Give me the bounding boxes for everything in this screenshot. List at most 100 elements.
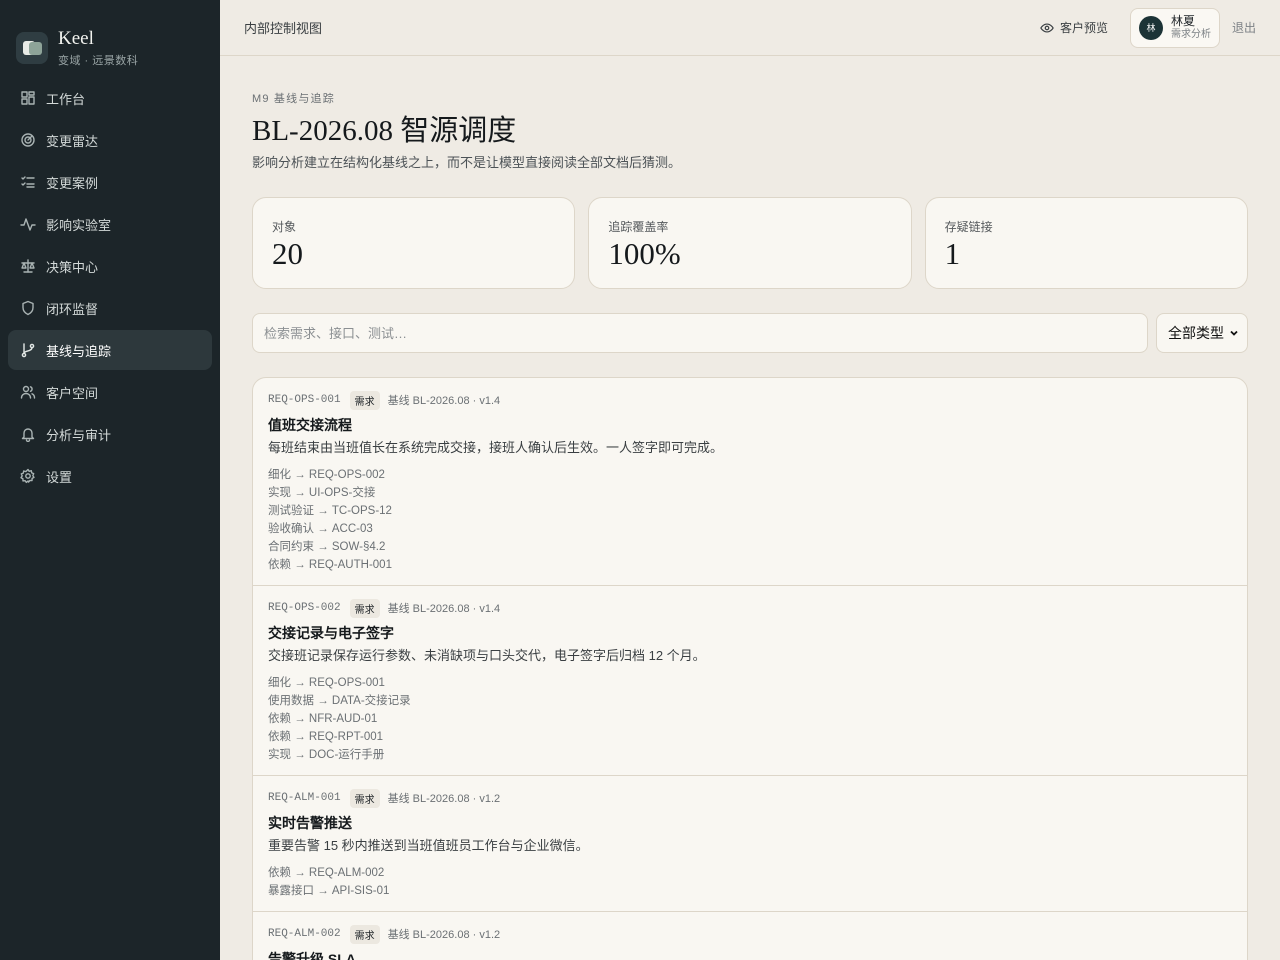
trace-links: 依赖 → REQ-ALM-002 暴露接口 → API-SIS-01: [268, 864, 1232, 900]
object-description: 重要告警 15 秒内推送到当班值班员工作台与企业微信。: [268, 838, 589, 853]
trace-link[interactable]: 依赖 → REQ-RPT-001: [268, 728, 1232, 746]
eye-icon: [1040, 22, 1054, 33]
object-id: REQ-OPS-001: [268, 394, 341, 406]
sidebar-item-decision-center[interactable]: 决策中心: [8, 246, 212, 286]
bell-icon: [20, 426, 36, 442]
list-item[interactable]: REQ-ALM-002 需求 基线 BL-2026.08 · v1.2 告警升级…: [253, 912, 1247, 960]
sidebar-item-label: 基线与追踪: [46, 343, 112, 359]
trace-link[interactable]: 暴露接口 → API-SIS-01: [268, 882, 1232, 900]
sidebar-item-label: 决策中心: [46, 259, 99, 275]
type-filter-select[interactable]: 全部类型: [1156, 313, 1248, 353]
trace-link[interactable]: 实现 → DOC-运行手册: [268, 746, 1232, 764]
trace-object-list: REQ-OPS-001 需求 基线 BL-2026.08 · v1.4 值班交接…: [252, 377, 1248, 960]
trace-link[interactable]: 使用数据 → DATA-交接记录: [268, 692, 1232, 710]
stat-card-suspect-links: 存疑链接 1: [924, 197, 1248, 289]
scale-icon: [20, 258, 36, 274]
sidebar-item-label: 闭环监督: [46, 301, 99, 317]
stat-label: 追踪覆盖率: [608, 220, 669, 234]
stat-card-objects: 对象 20: [252, 197, 576, 289]
filter-row: 全部类型: [252, 313, 1248, 353]
git-branch-icon: [20, 342, 36, 358]
trace-link[interactable]: 合同约束 → SOW-§4.2: [268, 538, 1232, 556]
stats-row: 对象 20 追踪覆盖率 100% 存疑链接 1: [252, 197, 1248, 289]
stat-label: 存疑链接: [944, 220, 993, 234]
object-title: 交接记录与电子签字: [268, 625, 394, 641]
baseline-version: 基线 BL-2026.08 · v1.4: [387, 395, 501, 407]
shield-icon: [20, 300, 36, 316]
object-description: 每班结束由当班值长在系统完成交接，接班人确认后生效。一人签字即可完成。: [268, 440, 724, 455]
view-title: 内部控制视图: [244, 21, 323, 36]
dashboard-icon: [20, 90, 36, 106]
type-badge: 需求: [349, 390, 380, 410]
sidebar-item-label: 分析与审计: [46, 427, 112, 443]
sidebar-item-customer-space[interactable]: 客户空间: [8, 372, 212, 412]
sidebar-item-change-radar[interactable]: 变更雷达: [8, 120, 212, 160]
trace-links: 细化 → REQ-OPS-001 使用数据 → DATA-交接记录 依赖 → N…: [268, 674, 1232, 764]
trace-link[interactable]: 依赖 → REQ-AUTH-001: [268, 556, 1232, 574]
baseline-version: 基线 BL-2026.08 · v1.4: [387, 603, 501, 615]
sidebar-item-analytics-audit[interactable]: 分析与审计: [8, 414, 212, 454]
trace-link[interactable]: 细化 → REQ-OPS-002: [268, 466, 1232, 484]
type-badge: 需求: [349, 598, 380, 618]
baseline-version: 基线 BL-2026.08 · v1.2: [387, 929, 501, 941]
trace-link[interactable]: 依赖 → REQ-ALM-002: [268, 864, 1232, 882]
sidebar-item-workbench[interactable]: 工作台: [8, 78, 212, 118]
brand-name: Keel: [58, 27, 94, 49]
stat-card-coverage: 追踪覆盖率 100%: [588, 197, 912, 289]
logout-link[interactable]: 退出: [1232, 19, 1256, 36]
sidebar-item-change-cases[interactable]: 变更案例: [8, 162, 212, 202]
activity-icon: [20, 216, 36, 232]
stat-value: 1: [944, 236, 961, 271]
user-menu[interactable]: 林 林夏 需求分析: [1129, 7, 1220, 48]
list-item[interactable]: REQ-OPS-001 需求 基线 BL-2026.08 · v1.4 值班交接…: [253, 378, 1247, 586]
sidebar-item-settings[interactable]: 设置: [8, 456, 212, 496]
radar-icon: [20, 132, 36, 148]
list-item[interactable]: REQ-ALM-001 需求 基线 BL-2026.08 · v1.2 实时告警…: [253, 776, 1247, 912]
brand-logo: [16, 32, 48, 64]
sidebar-item-baseline-trace[interactable]: 基线与追踪: [8, 330, 212, 370]
sidebar-item-closed-loop[interactable]: 闭环监督: [8, 288, 212, 328]
type-badge: 需求: [349, 788, 380, 808]
trace-link[interactable]: 依赖 → NFR-AUD-01: [268, 710, 1232, 728]
sidebar-item-label: 变更雷达: [46, 133, 99, 149]
user-role: 需求分析: [1170, 29, 1211, 40]
customer-preview-label: 客户预览: [1059, 21, 1108, 35]
type-badge: 需求: [349, 924, 380, 944]
checklist-icon: [20, 174, 36, 190]
customer-preview-button[interactable]: 客户预览: [1040, 19, 1108, 36]
trace-link[interactable]: 测试验证 → TC-OPS-12: [268, 502, 1232, 520]
sidebar-item-label: 设置: [46, 469, 73, 485]
sidebar-nav: 工作台 变更雷达 变更案例 影响实验室 决策中心 闭环监督 基线与追踪 客户空间…: [0, 78, 220, 496]
object-title: 告警升级 SLA: [268, 951, 356, 960]
search-input[interactable]: [252, 313, 1148, 353]
stat-value: 100%: [608, 236, 681, 271]
stat-label: 对象: [272, 220, 297, 234]
sidebar-item-label: 工作台: [46, 91, 86, 107]
trace-link[interactable]: 细化 → REQ-OPS-001: [268, 674, 1232, 692]
page-title: BL-2026.08 智源调度: [252, 115, 517, 147]
stat-value: 20: [272, 236, 303, 271]
user-name: 林夏: [1170, 14, 1195, 28]
trace-link[interactable]: 验收确认 → ACC-03: [268, 520, 1232, 538]
brand-subtitle: 变域 · 远景数科: [58, 54, 139, 67]
sidebar-item-impact-lab[interactable]: 影响实验室: [8, 204, 212, 244]
object-id: REQ-ALM-002: [268, 928, 341, 940]
object-title: 值班交接流程: [268, 417, 352, 433]
brand[interactable]: Keel 变域 · 远景数科: [0, 0, 220, 76]
topbar: 内部控制视图 客户预览 林 林夏 需求分析 退出: [220, 0, 1280, 56]
sidebar: Keel 变域 · 远景数科 工作台 变更雷达 变更案例 影响实验室 决策中心 …: [0, 0, 220, 960]
page-description: 影响分析建立在结构化基线之上，而不是让模型直接阅读全部文档后猜测。: [252, 155, 682, 170]
main-content: M9 基线与追踪 BL-2026.08 智源调度 影响分析建立在结构化基线之上，…: [252, 56, 1248, 960]
type-filter-value: 全部类型: [1168, 325, 1224, 341]
list-item[interactable]: REQ-OPS-002 需求 基线 BL-2026.08 · v1.4 交接记录…: [253, 586, 1247, 776]
trace-link[interactable]: 实现 → UI-OPS-交接: [268, 484, 1232, 502]
object-description: 交接班记录保存运行参数、未消缺项与口头交代，电子签字后归档 12 个月。: [268, 648, 706, 663]
avatar: 林: [1138, 15, 1163, 40]
users-icon: [20, 384, 36, 400]
object-id: REQ-OPS-002: [268, 602, 341, 614]
baseline-version: 基线 BL-2026.08 · v1.2: [387, 793, 501, 805]
sidebar-item-label: 变更案例: [46, 175, 99, 191]
object-id: REQ-ALM-001: [268, 792, 341, 804]
trace-links: 细化 → REQ-OPS-002 实现 → UI-OPS-交接 测试验证 → T…: [268, 466, 1232, 574]
sidebar-item-label: 客户空间: [46, 385, 99, 401]
